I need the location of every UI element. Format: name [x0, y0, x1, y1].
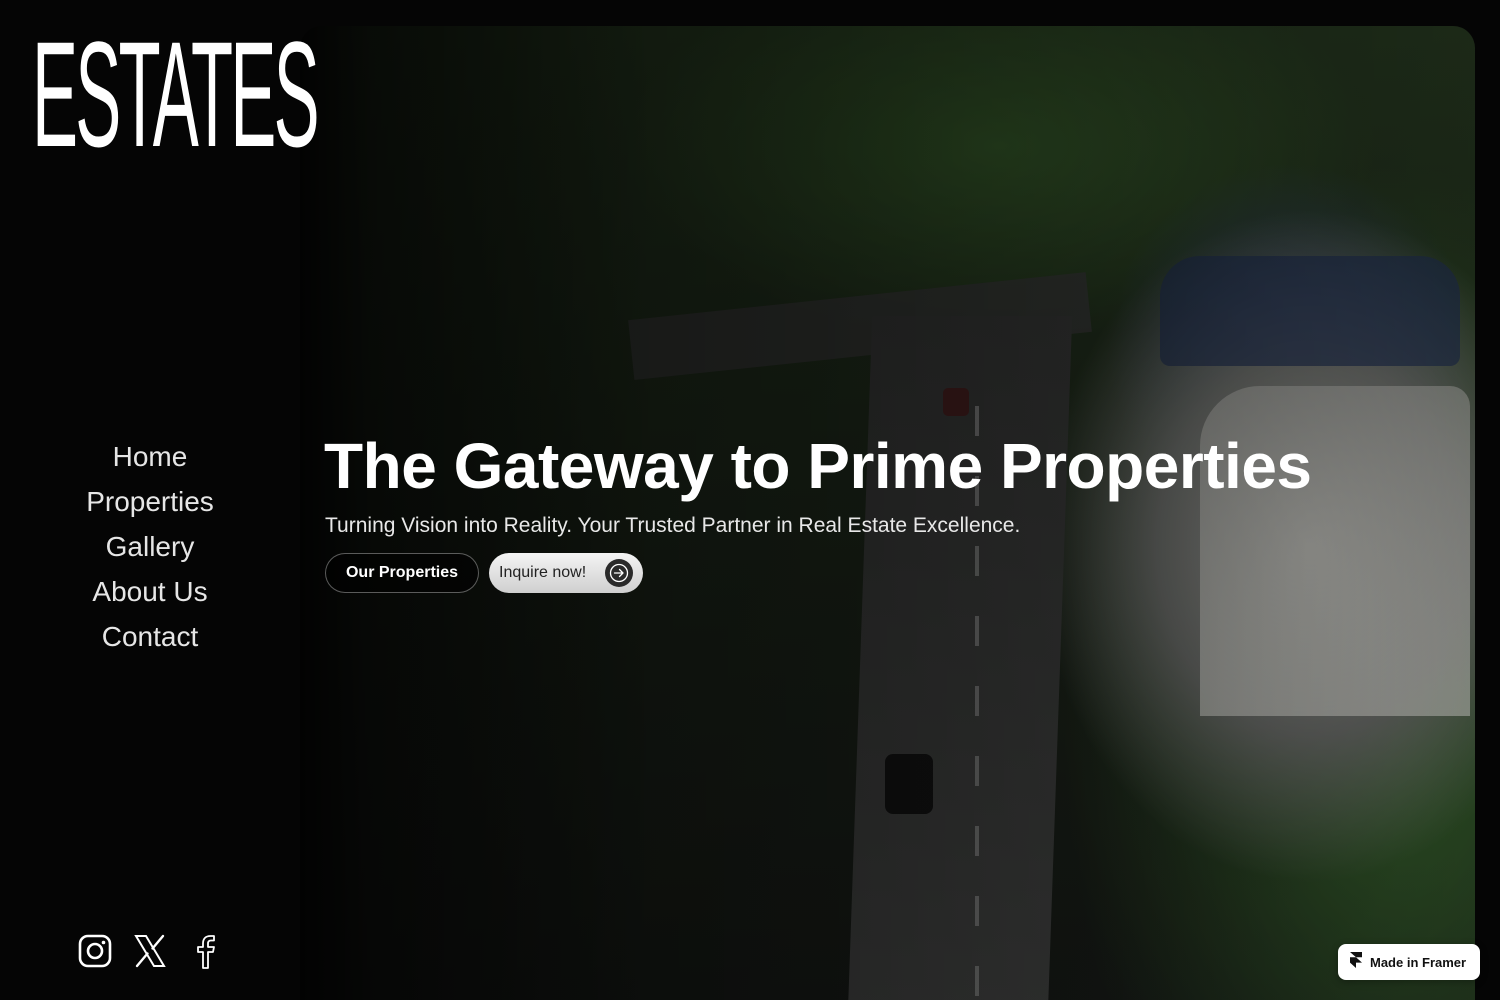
- arrow-right-circle-icon: [605, 559, 633, 587]
- framer-badge-label: Made in Framer: [1370, 954, 1467, 970]
- nav-item-about-us[interactable]: About Us: [0, 569, 300, 614]
- our-properties-label: Our Properties: [345, 564, 459, 581]
- brand-logo[interactable]: ESTATES: [32, 19, 320, 169]
- instagram-icon[interactable]: [78, 934, 114, 970]
- nav-item-contact[interactable]: Contact: [0, 614, 300, 659]
- nav-item-gallery[interactable]: Gallery: [0, 524, 300, 569]
- hero-subtitle: Turning Vision into Reality. Your Truste…: [325, 514, 1021, 537]
- inquire-now-button[interactable]: Inquire now!: [489, 553, 643, 593]
- x-twitter-icon[interactable]: [133, 934, 169, 970]
- social-links: [78, 934, 228, 970]
- hero-title: The Gateway to Prime Properties: [324, 430, 1312, 502]
- inquire-now-label: Inquire now!: [499, 564, 587, 581]
- our-properties-button[interactable]: Our Properties: [325, 553, 479, 593]
- nav-item-home[interactable]: Home: [0, 434, 300, 479]
- made-in-framer-badge[interactable]: Made in Framer: [1338, 944, 1480, 980]
- facebook-icon[interactable]: [190, 934, 226, 970]
- main-nav: Home Properties Gallery About Us Contact: [0, 434, 300, 659]
- framer-icon: [1350, 951, 1362, 973]
- nav-item-properties[interactable]: Properties: [0, 479, 300, 524]
